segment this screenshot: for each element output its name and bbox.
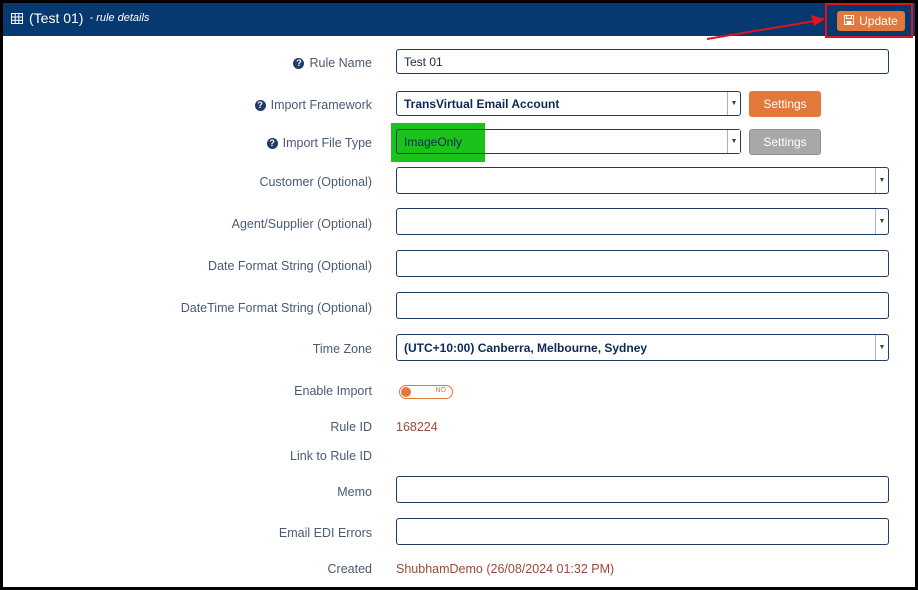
agent-supplier-label: Agent/Supplier (Optional) — [231, 217, 372, 231]
email-edi-errors-input[interactable] — [396, 518, 889, 545]
rule-id-value: 168224 — [396, 420, 438, 434]
enable-import-toggle[interactable]: NO — [399, 385, 453, 399]
memo-input[interactable] — [396, 476, 889, 503]
page-subtitle: - rule details — [89, 12, 150, 24]
rule-name-input[interactable]: Test 01 — [396, 49, 889, 74]
customer-select[interactable]: ▼ — [396, 167, 889, 194]
datetime-format-label: DateTime Format String (Optional) — [180, 301, 372, 315]
import-framework-settings-button[interactable]: Settings — [749, 91, 821, 117]
page-title: (Test 01) — [29, 10, 84, 26]
rule-name-label: ? Rule Name — [293, 56, 372, 70]
date-format-label: Date Format String (Optional) — [208, 259, 372, 273]
save-disk-icon — [844, 14, 855, 28]
panel-title: (Test 01) - rule details — [11, 10, 149, 26]
rule-id-label: Rule ID — [330, 420, 372, 434]
rule-details-panel: (Test 01) - rule details Update ? Rule N… — [3, 3, 915, 587]
email-edi-errors-label: Email EDI Errors — [278, 526, 372, 540]
time-zone-select[interactable]: (UTC+10:00) Canberra, Melbourne, Sydney … — [396, 334, 889, 361]
import-framework-select[interactable]: TransVirtual Email Account ▼ — [396, 91, 741, 116]
created-label: Created — [327, 562, 372, 576]
import-framework-label: ? Import Framework — [254, 98, 372, 112]
annotation-arrow — [706, 15, 825, 40]
time-zone-label: Time Zone — [312, 342, 372, 356]
chevron-down-icon[interactable]: ▼ — [875, 168, 888, 193]
panel-header: (Test 01) - rule details Update — [3, 3, 915, 40]
question-circle-icon[interactable]: ? — [254, 99, 266, 111]
toggle-state: NO — [435, 387, 447, 394]
date-format-input[interactable] — [396, 250, 889, 277]
import-file-type-select[interactable]: ImageOnly ▼ — [396, 129, 741, 154]
toggle-knob — [401, 387, 411, 397]
chevron-down-icon[interactable]: ▼ — [727, 92, 740, 115]
chevron-down-icon[interactable]: ▼ — [875, 335, 888, 360]
chevron-down-icon[interactable]: ▼ — [875, 209, 888, 234]
link-rule-id-label: Link to Rule ID — [290, 449, 372, 463]
enable-import-label: Enable Import — [294, 384, 372, 398]
chevron-down-icon[interactable]: ▼ — [727, 130, 740, 153]
memo-label: Memo — [337, 485, 372, 499]
update-label: Update — [859, 14, 898, 28]
update-button[interactable]: Update — [837, 11, 905, 31]
question-circle-icon[interactable]: ? — [266, 137, 278, 149]
question-circle-icon[interactable]: ? — [293, 57, 305, 69]
import-file-type-settings-button[interactable]: Settings — [749, 129, 821, 155]
datetime-format-input[interactable] — [396, 292, 889, 319]
created-value: ShubhamDemo (26/08/2024 01:32 PM) — [396, 562, 615, 576]
table-grid-icon — [11, 12, 23, 24]
agent-supplier-select[interactable]: ▼ — [396, 208, 889, 235]
import-file-type-label: ? Import File Type — [266, 136, 372, 150]
customer-label: Customer (Optional) — [259, 175, 372, 189]
update-highlight-box: Update — [825, 3, 913, 38]
